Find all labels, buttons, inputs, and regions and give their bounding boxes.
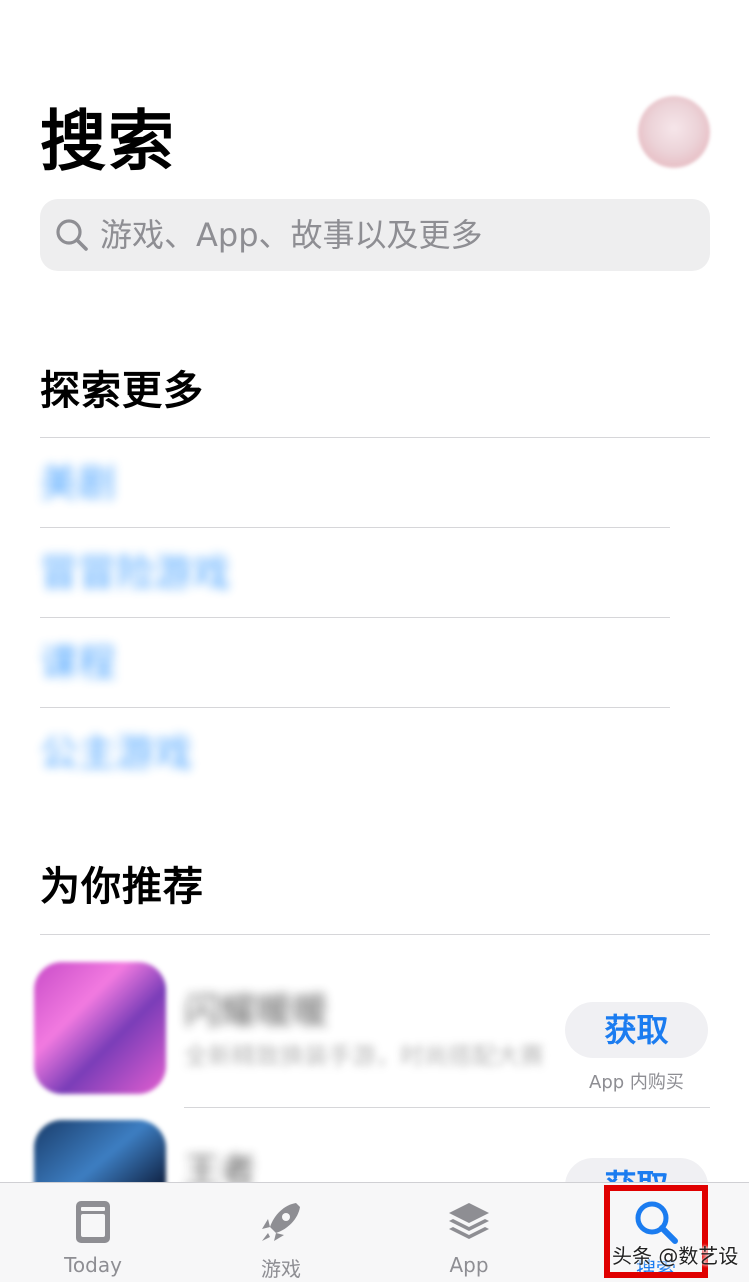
avatar[interactable] [638, 96, 710, 168]
layers-icon [449, 1203, 489, 1239]
tab-today[interactable]: Today [18, 1183, 168, 1282]
get-button[interactable]: 获取 [565, 1002, 708, 1058]
list-item[interactable]: 闪耀暖暖 全新精致换装手游，时尚搭配大赛 获取 App 内购买 [0, 962, 749, 1112]
page-title: 搜索 [40, 103, 176, 180]
tab-label: 游戏 [261, 1257, 301, 1281]
search-input[interactable]: 游戏、App、故事以及更多 [40, 199, 710, 271]
tab-label: App [449, 1253, 489, 1277]
in-app-purchase-note: App 内购买 [589, 1072, 684, 1093]
divider [184, 1107, 710, 1108]
explore-link[interactable]: 公主游戏 [40, 708, 192, 798]
today-icon [76, 1201, 110, 1243]
app-icon[interactable] [34, 962, 166, 1094]
divider [40, 934, 710, 935]
app-name: 闪耀暖暖 [184, 991, 329, 1032]
tab-label: Today [64, 1253, 122, 1277]
explore-link[interactable]: 冒冒险游戏 [40, 528, 230, 618]
app-subtitle: 全新精致换装手游，时尚搭配大赛 [184, 1042, 544, 1070]
explore-link[interactable]: 课程 [40, 618, 116, 708]
explore-link[interactable]: 美剧 [40, 438, 116, 528]
rocket-icon [262, 1203, 300, 1241]
explore-section-title: 探索更多 [40, 368, 204, 414]
divider [40, 437, 710, 438]
search-placeholder: 游戏、App、故事以及更多 [100, 216, 483, 254]
watermark: 头条 @数艺设 [612, 1244, 739, 1268]
tab-apps[interactable]: App [394, 1183, 544, 1282]
tab-games[interactable]: 游戏 [206, 1183, 356, 1282]
recommend-section-title: 为你推荐 [40, 864, 204, 910]
search-icon [56, 219, 88, 251]
divider [40, 617, 670, 618]
